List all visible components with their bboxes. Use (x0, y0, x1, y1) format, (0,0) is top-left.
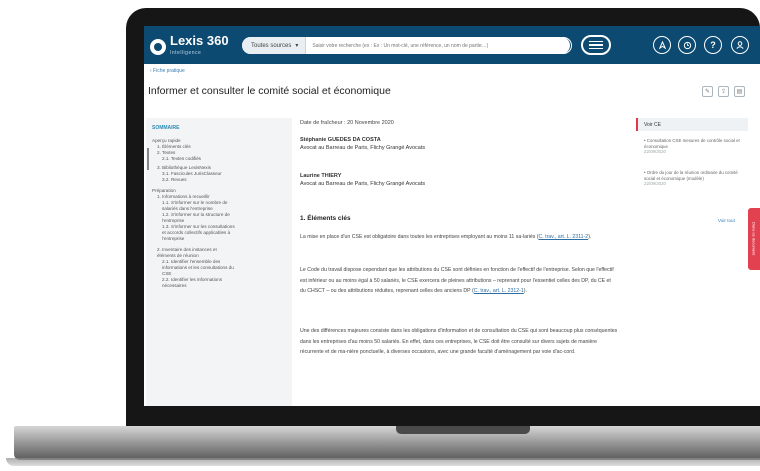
laptop-hinge-notch (396, 426, 530, 434)
paragraph-text: Le Code du travail dispose cependant que… (300, 267, 614, 294)
menu-icon-bar (589, 47, 603, 50)
edit-button[interactable]: ✎ (702, 86, 713, 97)
toc-list: Aperçu rapide 1. Éléments clés 2. Textes… (152, 138, 284, 289)
related-document-date: 22/09/2020 (644, 149, 666, 154)
page-title: Informer et consulter le comité social e… (148, 85, 391, 97)
menu-button[interactable] (581, 35, 611, 55)
toc-item[interactable]: nécessaires (152, 283, 284, 289)
top-navigation-bar: Lexis 360 Intelligence Toutes sources ▾ (144, 26, 760, 64)
search-icon (559, 41, 568, 50)
edit-icon: ✎ (704, 89, 711, 95)
search-button[interactable] (555, 37, 572, 54)
see-all-link[interactable]: Voir tout (718, 218, 735, 223)
freshness-date: Date de fraîcheur : 20 Novembre 2020 (300, 120, 394, 126)
laptop-base-shadow (6, 458, 760, 466)
print-icon: ▤ (736, 89, 743, 95)
paragraph-text: La mise en place d'un CSE est obligatoir… (300, 234, 539, 240)
author-name: Laurine THIERY (300, 173, 342, 179)
paragraph: La mise en place d'un CSE est obligatoir… (300, 232, 618, 243)
help-icon[interactable]: ? (704, 36, 722, 54)
toc-item[interactable]: 3.2. Revues (152, 177, 284, 183)
author-block: Laurine THIERY Avocat au Barreau de Pari… (300, 172, 425, 188)
related-document-date: 22/09/2020 (644, 181, 666, 186)
legal-reference-link[interactable]: C. trav., art. L. 2312-1 (474, 288, 524, 294)
share-button[interactable]: ⇪ (718, 86, 729, 97)
toc-active-marker (147, 148, 149, 170)
author-role: Avocat au Barreau de Paris, Flichy Grang… (300, 145, 426, 151)
search-bar: Toutes sources ▾ (242, 37, 570, 54)
document-tab-button[interactable]: Dans ce document (748, 208, 760, 270)
section-title: 1. Éléments clés (300, 215, 351, 222)
paragraph-text-end: ). (588, 234, 592, 240)
logo-subtitle: Intelligence (170, 50, 202, 56)
share-icon: ⇪ (720, 89, 727, 95)
toc-item[interactable]: 2.1. Textes codifiés (152, 156, 284, 162)
author-block: Stéphanie GUEDES DA COSTA Avocat au Barr… (300, 136, 425, 152)
rocket-shape (658, 40, 666, 50)
print-button[interactable]: ▤ (734, 86, 745, 97)
related-document-item[interactable]: • Ordre du jour de la réunion ordinaire … (644, 170, 740, 187)
laptop-screen: Lexis 360 Intelligence Toutes sources ▾ (144, 26, 760, 406)
user-shape (736, 41, 744, 49)
breadcrumb[interactable]: ‹ Fiche pratique (150, 68, 185, 74)
author-name: Stéphanie GUEDES DA COSTA (300, 137, 381, 143)
search-scope-label: Toutes sources (251, 42, 292, 49)
paragraph: Le Code du travail dispose cependant que… (300, 265, 618, 297)
paragraph: Une des différences majeures consiste da… (300, 326, 618, 358)
related-document-title: • Consultation CSE mesures de contrôle s… (644, 138, 740, 149)
menu-icon-bar (589, 44, 603, 46)
toc-item[interactable]: l'entreprise (152, 236, 284, 242)
history-icon[interactable] (678, 36, 696, 54)
related-documents-panel: Voir CE • Consultation CSE mesures de co… (636, 118, 748, 228)
related-document-item[interactable]: • Consultation CSE mesures de contrôle s… (644, 138, 740, 155)
laptop-base (14, 426, 760, 460)
rocket-icon[interactable] (653, 36, 671, 54)
app-logo[interactable]: Lexis 360 Intelligence (150, 33, 229, 59)
table-of-contents-sidebar: SOMMAIRE Aperçu rapide 1. Éléments clés … (146, 118, 292, 406)
legal-reference-link[interactable]: C. trav., art. L. 2311-2 (539, 234, 589, 240)
search-scope-select[interactable]: Toutes sources ▾ (242, 37, 307, 54)
paragraph-text-end: ). (523, 288, 527, 294)
sidebar-title: SOMMAIRE (152, 125, 180, 131)
user-icon[interactable] (731, 36, 749, 54)
paragraph-text: Une des différences majeures consiste da… (300, 328, 618, 355)
clock-shape (683, 41, 691, 49)
menu-icon-bar (589, 40, 603, 43)
related-panel-heading[interactable]: Voir CE (636, 118, 748, 131)
logo-icon (150, 39, 166, 55)
logo-text: Lexis 360 (170, 33, 229, 48)
author-role: Avocat au Barreau de Paris, Flichy Grang… (300, 181, 426, 187)
chevron-down-icon: ▾ (295, 43, 299, 49)
search-input[interactable] (306, 38, 570, 53)
related-document-title: • Ordre du jour de la réunion ordinaire … (644, 170, 738, 181)
